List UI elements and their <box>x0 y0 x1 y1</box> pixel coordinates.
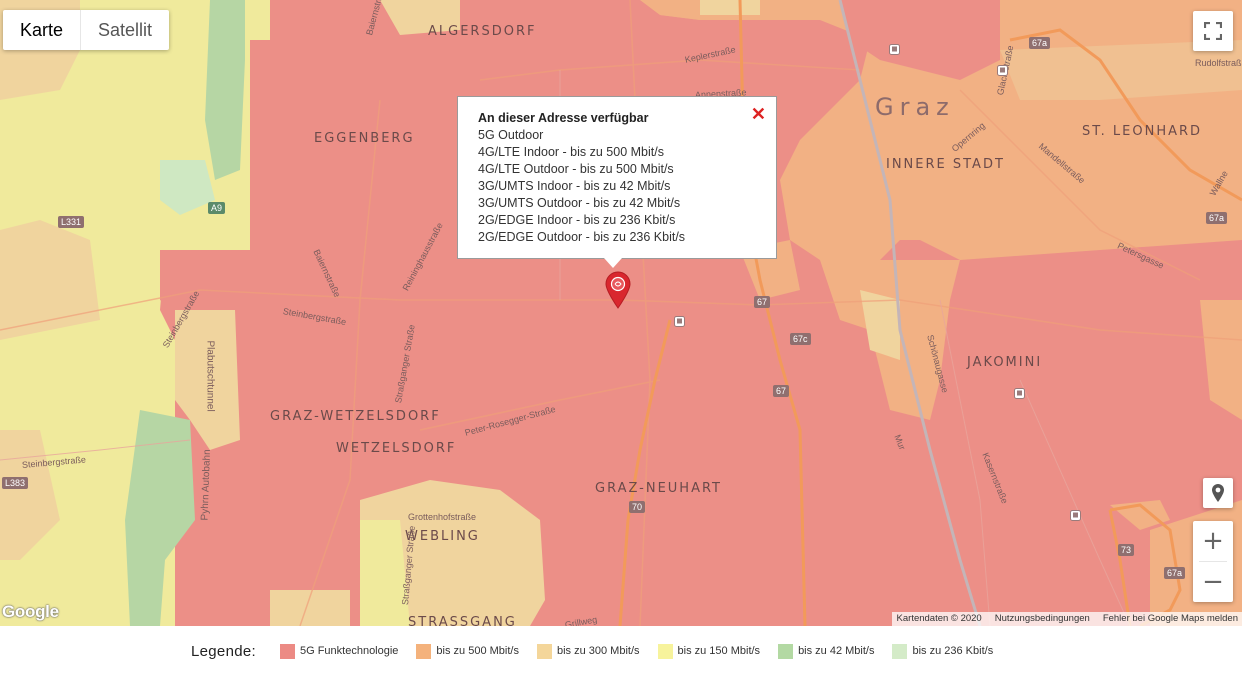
legend-title: Legende: <box>191 642 256 660</box>
info-line: 4G/LTE Indoor - bis zu 500 Mbit/s <box>478 145 664 159</box>
legend-label: bis zu 300 Mbit/s <box>556 645 640 657</box>
road-shield: 67 <box>754 296 771 308</box>
zoom-control: + − <box>1193 521 1233 602</box>
map-canvas[interactable]: ALGERSDORF EGGENBERG Graz INNERE STADT S… <box>0 0 1242 626</box>
legend-item: bis zu 300 Mbit/s <box>536 643 640 659</box>
legend-item: bis zu 500 Mbit/s <box>416 643 519 659</box>
legend-label: 5G Funktechnologie <box>299 645 399 657</box>
zoom-out-button[interactable]: − <box>1193 562 1233 602</box>
map-type-karte-button[interactable]: Karte <box>3 10 82 50</box>
google-logo[interactable]: Google <box>2 602 59 622</box>
district-graz-neuhart: GRAZ-NEUHART <box>595 481 722 496</box>
road-shield: 67a <box>1164 567 1186 579</box>
close-button[interactable]: ✕ <box>751 105 766 123</box>
legend-swatch <box>892 643 908 659</box>
tram-stop-icon[interactable] <box>997 65 1008 76</box>
info-window-title: An dieser Adresse verfügbar <box>478 111 649 125</box>
legend-swatch <box>536 643 552 659</box>
tram-stop-icon[interactable] <box>889 44 900 55</box>
terms-link[interactable]: Nutzungsbedingungen <box>995 612 1090 626</box>
tram-stop-icon[interactable] <box>1070 510 1081 521</box>
info-line: 2G/EDGE Indoor - bis zu 236 Kbit/s <box>478 213 676 227</box>
road-shield: 67a <box>1206 212 1228 224</box>
legend-label: bis zu 236 Kbit/s <box>912 645 994 657</box>
map-data-label[interactable]: Kartendaten © 2020 <box>897 612 982 626</box>
close-icon: ✕ <box>750 104 766 124</box>
fullscreen-button[interactable] <box>1193 11 1233 51</box>
zoom-in-button[interactable]: + <box>1193 521 1233 561</box>
road-shield: 67a <box>1029 37 1051 49</box>
legend-item: bis zu 42 Mbit/s <box>778 643 875 659</box>
legend-label: bis zu 42 Mbit/s <box>798 645 875 657</box>
fullscreen-icon <box>1204 22 1222 40</box>
legend-item: bis zu 236 Kbit/s <box>892 643 994 659</box>
district-st-leonhard: ST. LEONHARD <box>1082 124 1203 139</box>
info-line: 3G/UMTS Indoor - bis zu 42 Mbit/s <box>478 179 671 193</box>
street-label: Plabutschtunnel <box>204 340 216 412</box>
location-button[interactable] <box>1203 478 1233 508</box>
map-attribution: Kartendaten © 2020 Nutzungsbedingungen F… <box>891 612 1242 626</box>
map-type-satellite-button[interactable]: Satellit <box>81 10 169 50</box>
tram-stop-icon[interactable] <box>1014 388 1025 399</box>
road-shield: 67 <box>773 385 790 397</box>
legend-swatch <box>279 643 295 659</box>
legend-label: bis zu 500 Mbit/s <box>436 645 519 657</box>
location-marker-icon[interactable] <box>604 271 632 309</box>
district-graz-wetzelsdorf: GRAZ-WETZELSDORF <box>270 409 441 424</box>
info-line: 3G/UMTS Outdoor - bis zu 42 Mbit/s <box>478 196 681 210</box>
report-error-link[interactable]: Fehler bei Google Maps melden <box>1103 612 1238 626</box>
legend-item: 5G Funktechnologie <box>279 643 399 659</box>
road-shield: A9 <box>208 202 226 214</box>
district-algersdorf: ALGERSDORF <box>428 24 537 39</box>
district-graz: Graz <box>875 93 955 121</box>
info-window: ✕ An dieser Adresse verfügbar 5G Outdoor… <box>457 96 777 268</box>
legend-swatch <box>778 643 794 659</box>
road-shield: 67c <box>790 333 811 345</box>
district-innere-stadt: INNERE STADT <box>886 157 1005 172</box>
info-line: 4G/LTE Outdoor - bis zu 500 Mbit/s <box>478 162 674 176</box>
info-line: 2G/EDGE Outdoor - bis zu 236 Kbit/s <box>478 230 686 244</box>
legend-swatch <box>657 643 673 659</box>
street-label: Grottenhofstraße <box>408 512 477 522</box>
district-jakomini: JAKOMINI <box>967 355 1043 370</box>
street-label: Rudolfstraß <box>1195 58 1242 68</box>
road-shield: L383 <box>2 477 29 489</box>
info-line: 5G Outdoor <box>478 128 544 142</box>
map-type-control: Karte Satellit <box>3 10 170 50</box>
road-shield: L331 <box>58 216 85 228</box>
legend-item: bis zu 150 Mbit/s <box>657 643 761 659</box>
legend: Legende: 5G Funktechnologie bis zu 500 M… <box>0 626 1242 676</box>
legend-swatch <box>416 643 432 659</box>
legend-label: bis zu 150 Mbit/s <box>677 645 761 657</box>
district-strassgang: STRASSGANG <box>408 615 517 626</box>
district-wetzelsdorf: WETZELSDORF <box>336 441 457 456</box>
tram-stop-icon[interactable] <box>674 316 685 327</box>
road-shield: 70 <box>629 501 646 513</box>
road-shield: 73 <box>1118 544 1135 556</box>
district-eggenberg: EGGENBERG <box>314 131 415 146</box>
location-pin-icon <box>1212 484 1224 502</box>
